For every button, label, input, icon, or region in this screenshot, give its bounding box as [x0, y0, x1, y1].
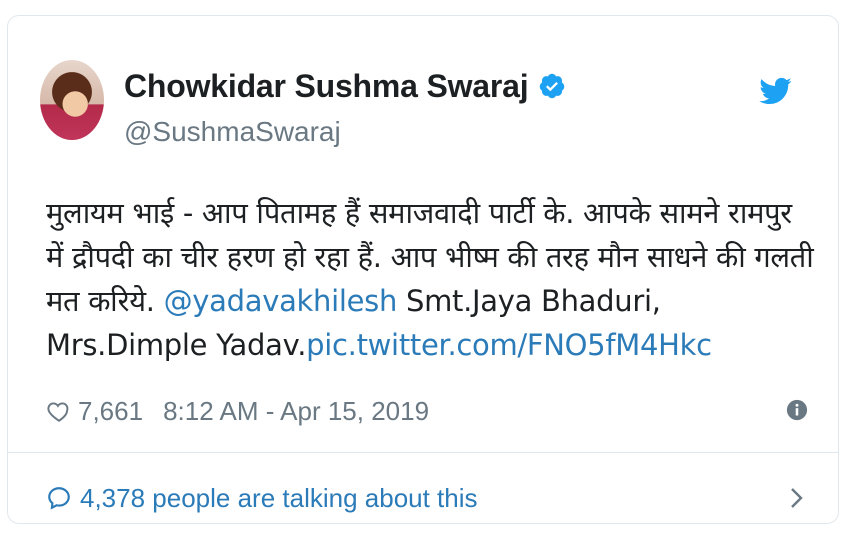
verified-badge-icon: [540, 73, 565, 99]
display-name[interactable]: Chowkidar Sushma Swaraj: [124, 70, 529, 102]
heart-icon: [47, 402, 69, 422]
avatar[interactable]: [40, 60, 104, 140]
user-handle[interactable]: @SushmaSwaraj: [124, 118, 341, 146]
tweet-meta: 7,661 8:12 AM - Apr 15, 2019: [46, 394, 816, 428]
timestamp[interactable]: 8:12 AM - Apr 15, 2019: [163, 396, 429, 427]
talking-count-text: 4,378 people are talking about this: [80, 482, 478, 513]
like-count: 7,661: [78, 395, 144, 426]
twitter-bird-icon[interactable]: [758, 74, 792, 108]
name-row: Chowkidar Sushma Swaraj: [124, 70, 566, 102]
like-button[interactable]: 7,661: [46, 396, 143, 427]
mention-link[interactable]: @yadavakhilesh: [164, 284, 398, 318]
chevron-right-icon[interactable]: [784, 484, 808, 512]
info-icon[interactable]: [786, 399, 808, 421]
tweet-header: Chowkidar Sushma Swaraj @SushmaSwaraj: [40, 60, 800, 156]
divider: [8, 452, 838, 453]
pic-link[interactable]: pic.twitter.com/FNO5fM4Hkc: [306, 328, 712, 362]
tweet-card: Chowkidar Sushma Swaraj @SushmaSwaraj मु…: [7, 15, 839, 524]
tweet-text: मुलायम भाई - आप पितामह हैं समाजवादी पार्…: [46, 191, 816, 367]
conversation-link[interactable]: 4,378 people are talking about this: [46, 478, 816, 518]
speech-bubble-icon: [48, 487, 70, 510]
